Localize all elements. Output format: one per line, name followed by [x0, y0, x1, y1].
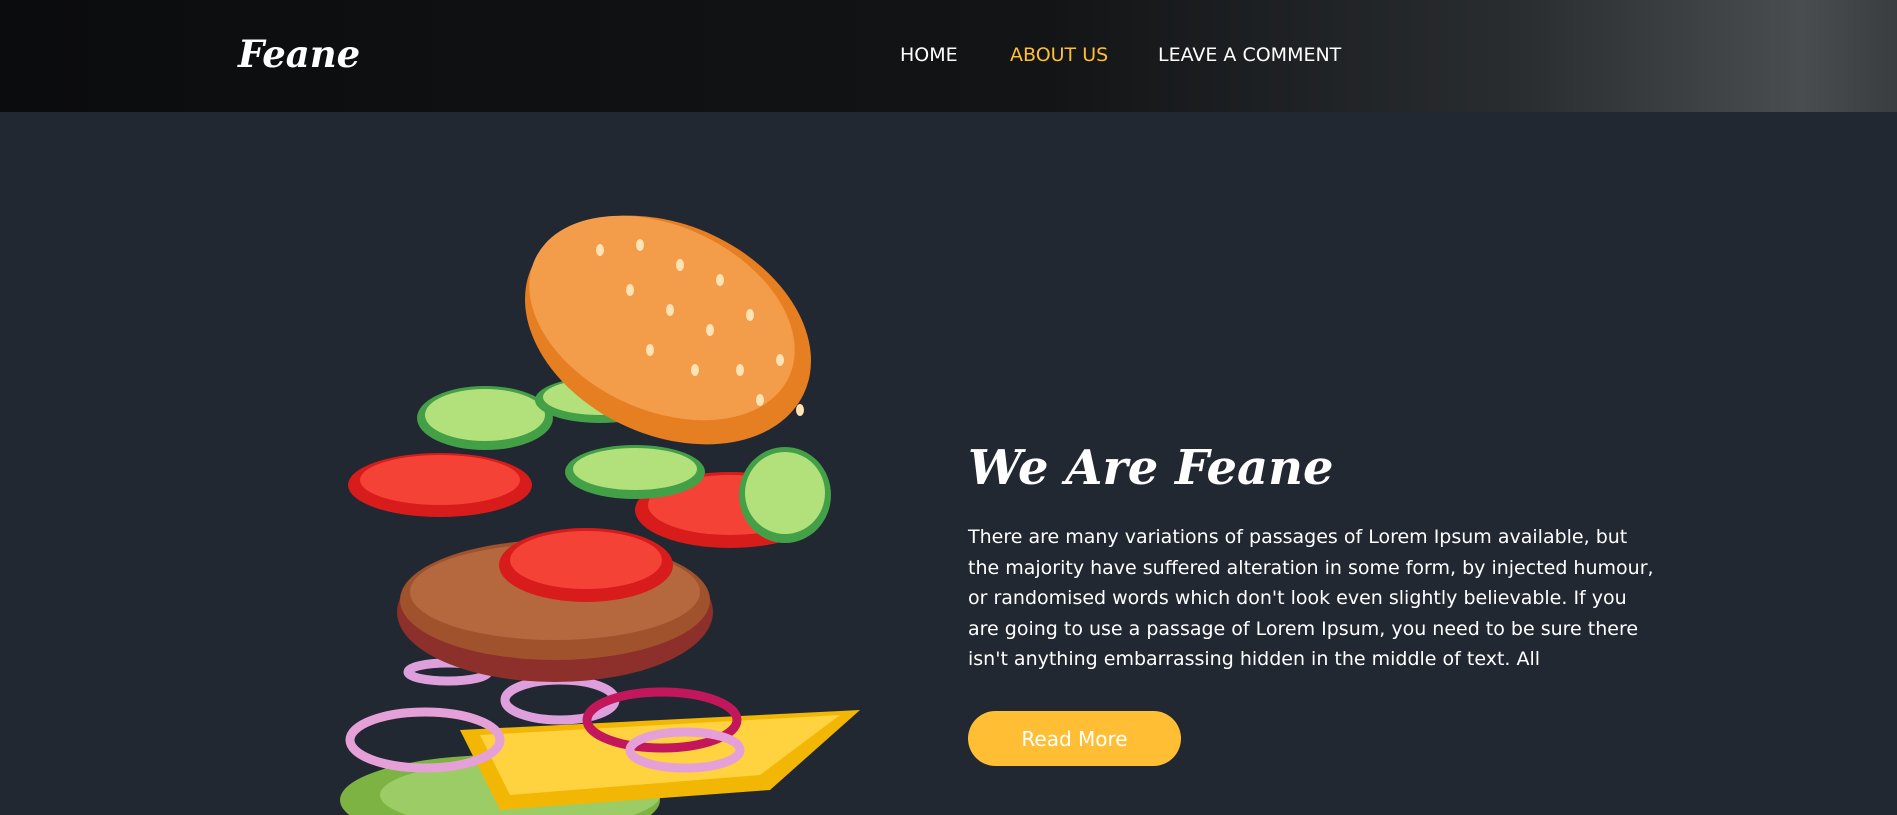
cheese-icon: [460, 710, 860, 810]
about-title: We Are Feane: [968, 440, 1334, 496]
site-header: Feane HOME ABOUT US LEAVE A COMMENT: [0, 0, 1897, 112]
about-text: There are many variations of passages of…: [968, 526, 1654, 670]
burger-illustration: [340, 215, 860, 815]
nav-leave-a-comment[interactable]: LEAVE A COMMENT: [1158, 44, 1341, 66]
brand-logo[interactable]: Feane: [238, 32, 360, 76]
nav-home[interactable]: HOME: [900, 44, 958, 66]
top-bun-icon: [524, 215, 812, 445]
read-more-button[interactable]: Read More: [968, 711, 1181, 766]
nav-about-us[interactable]: ABOUT US: [1010, 44, 1108, 66]
